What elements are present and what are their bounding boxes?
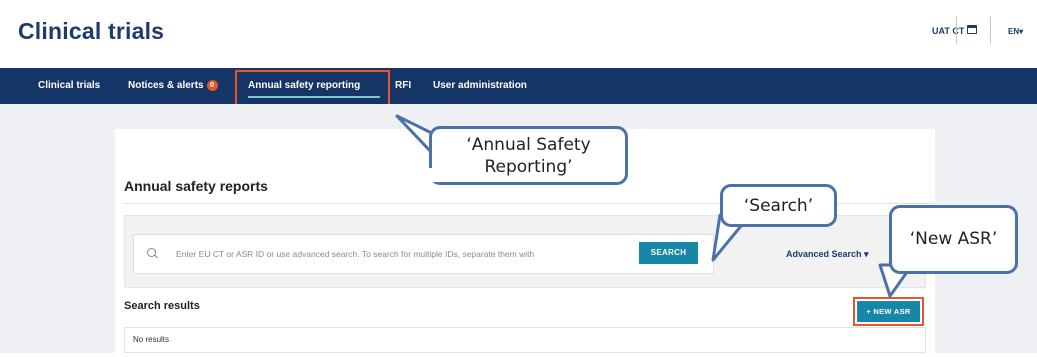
search-icon [147,248,156,257]
callout-new-asr: ‘New ASR’ [889,205,1018,274]
header-divider [956,16,957,44]
callout-text-line: ‘Search’ [743,196,814,216]
user-menu[interactable]: UAT CT [932,26,964,36]
advanced-search-link[interactable]: Advanced Search ▾ [786,249,869,260]
header-divider [990,16,991,44]
language-code: EN [1008,27,1020,36]
results-table [124,327,926,353]
app-header: Clinical trials UAT CT EN▾ [0,0,1037,68]
callout-pointer-mask [420,168,455,182]
nav-item-label: Notices & alerts [128,80,204,92]
new-asr-button[interactable]: + NEW ASR [857,301,920,322]
callout-text-line: ‘Annual Safety [466,135,591,155]
alerts-count-badge: 0 [206,80,218,91]
nav-item-notices-alerts[interactable]: Notices & alerts 0 [128,80,218,91]
search-button[interactable]: SEARCH [639,242,698,264]
search-results-title: Search results [124,300,200,312]
nav-item-user-administration[interactable]: User administration [433,80,527,91]
callout-text-line: ‘New ASR’ [909,229,998,249]
language-selector[interactable]: EN▾ [1008,27,1023,36]
callout-search: ‘Search’ [720,184,837,227]
callout-text-line: Reporting’ [484,157,573,177]
nav-item-rfi[interactable]: RFI [395,80,411,91]
main-nav: Clinical trials Notices & alerts 0 Annual… [0,68,1037,104]
chevron-down-icon: ▾ [1019,27,1024,36]
no-results-text: No results [133,335,170,344]
app-title[interactable]: Clinical trials [18,18,164,45]
page-title: Annual safety reports [124,178,268,194]
search-placeholder: Enter EU CT or ASR ID or use advanced se… [176,249,535,259]
calendar-icon[interactable] [967,25,977,34]
nav-item-clinical-trials[interactable]: Clinical trials [38,80,100,91]
